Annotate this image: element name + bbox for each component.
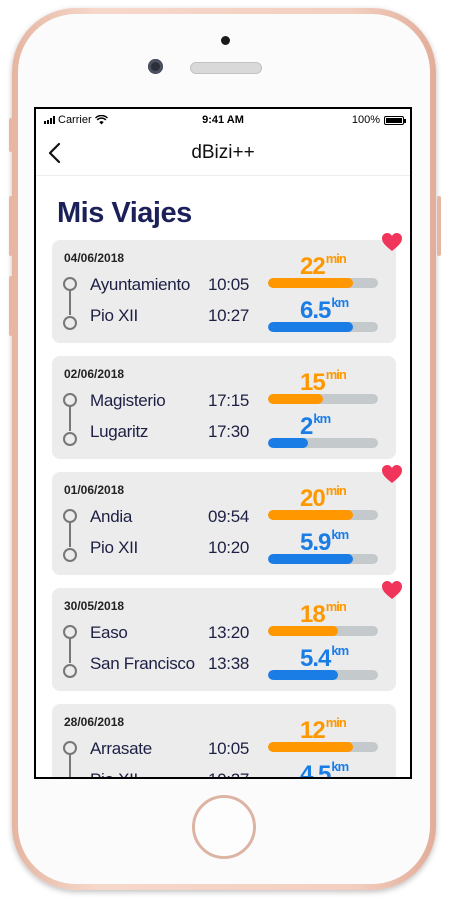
duration-unit: min bbox=[325, 599, 347, 614]
destination-station: Pio XII bbox=[90, 538, 138, 557]
duration-number: 18 bbox=[300, 601, 326, 628]
departure-time: 17:15 bbox=[208, 391, 250, 410]
battery-percent: 100% bbox=[351, 114, 380, 126]
distance-value: 5.4km bbox=[300, 643, 349, 673]
distance-number: 5.9 bbox=[300, 529, 331, 556]
origin-station: Magisterio bbox=[90, 391, 166, 410]
origin-dot-icon bbox=[63, 509, 77, 523]
trip-date: 30/05/2018 bbox=[64, 599, 125, 613]
duration-value: 12min bbox=[300, 715, 347, 745]
arrival-time: 10:20 bbox=[208, 538, 250, 557]
destination-station: Pio XII bbox=[90, 770, 138, 777]
nav-title: dBizi++ bbox=[191, 142, 255, 163]
favorite-heart-icon[interactable] bbox=[381, 580, 403, 600]
nav-bar: dBizi++ bbox=[36, 131, 410, 176]
destination-station: Lugaritz bbox=[90, 422, 149, 441]
trip-card[interactable]: 01/06/2018 Andia 09:54 Pio XII 10:20 20min 5.9… bbox=[52, 472, 396, 575]
duration-unit: min bbox=[325, 251, 347, 266]
duration-number: 12 bbox=[300, 717, 326, 744]
trip-date: 01/06/2018 bbox=[64, 483, 125, 497]
favorite-heart-icon[interactable] bbox=[381, 232, 403, 252]
arrival-time: 10:27 bbox=[208, 306, 250, 325]
mute-switch bbox=[9, 118, 13, 152]
origin-dot-icon bbox=[63, 277, 77, 291]
destination-station: San Francisco bbox=[90, 654, 195, 673]
departure-time: 13:20 bbox=[208, 623, 250, 642]
origin-dot-icon bbox=[63, 393, 77, 407]
destination-station: Pio XII bbox=[90, 306, 138, 325]
battery-icon bbox=[384, 115, 406, 125]
distance-number: 6.5 bbox=[300, 297, 331, 324]
destination-dot-icon bbox=[63, 316, 77, 330]
favorite-heart-icon[interactable] bbox=[381, 464, 403, 484]
trip-date: 02/06/2018 bbox=[64, 367, 125, 381]
distance-value: 6.5km bbox=[300, 295, 349, 325]
duration-number: 22 bbox=[300, 253, 326, 280]
distance-unit: km bbox=[313, 411, 331, 426]
origin-station: Easo bbox=[90, 623, 128, 642]
distance-unit: km bbox=[331, 527, 349, 542]
duration-value: 22min bbox=[300, 251, 347, 281]
duration-value: 15min bbox=[300, 367, 347, 397]
destination-dot-icon bbox=[63, 664, 77, 678]
destination-dot-icon bbox=[63, 432, 77, 446]
trip-date: 28/06/2018 bbox=[64, 715, 125, 729]
destination-dot-icon bbox=[63, 548, 77, 562]
origin-dot-icon bbox=[63, 625, 77, 639]
page-title: Mis Viajes bbox=[57, 197, 192, 229]
status-right: 100% bbox=[351, 114, 406, 126]
distance-value: 2km bbox=[300, 411, 331, 441]
duration-unit: min bbox=[325, 715, 347, 730]
status-bar: Carrier 9:41 AM 100% bbox=[36, 109, 410, 131]
distance-number: 4.5 bbox=[300, 761, 331, 779]
distance-number: 5.4 bbox=[300, 645, 331, 672]
departure-time: 09:54 bbox=[208, 507, 250, 526]
volume-up-button bbox=[9, 196, 13, 256]
departure-time: 10:05 bbox=[208, 275, 250, 294]
proximity-sensor bbox=[221, 36, 230, 45]
power-button bbox=[437, 196, 441, 256]
earpiece-speaker bbox=[190, 62, 262, 74]
app-screen: Carrier 9:41 AM 100% dBizi++ Mis Viajes … bbox=[34, 107, 412, 779]
distance-value: 5.9km bbox=[300, 527, 349, 557]
distance-value: 4.5km bbox=[300, 759, 349, 779]
trip-card[interactable]: 02/06/2018 Magisterio 17:15 Lugaritz 17:30 15… bbox=[52, 356, 396, 459]
duration-unit: min bbox=[325, 367, 347, 382]
trip-date: 04/06/2018 bbox=[64, 251, 125, 265]
arrival-time: 17:30 bbox=[208, 422, 250, 441]
origin-station: Ayuntamiento bbox=[90, 275, 191, 294]
arrival-time: 10:27 bbox=[208, 770, 249, 777]
trip-card[interactable]: 30/05/2018 Easo 13:20 San Francisco 13:38 18m… bbox=[52, 588, 396, 691]
duration-value: 20min bbox=[300, 483, 347, 513]
trip-card[interactable]: 04/06/2018 Ayuntamiento 10:05 Pio XII 10:27 2… bbox=[52, 240, 396, 343]
distance-unit: km bbox=[331, 643, 349, 658]
distance-unit: km bbox=[331, 295, 349, 310]
duration-number: 15 bbox=[300, 369, 326, 396]
volume-down-button bbox=[9, 276, 13, 336]
duration-number: 20 bbox=[300, 485, 326, 512]
duration-value: 18min bbox=[300, 599, 347, 629]
arrival-time: 13:38 bbox=[208, 654, 250, 673]
distance-unit: km bbox=[331, 759, 349, 774]
origin-dot-icon bbox=[63, 741, 77, 755]
home-button[interactable] bbox=[192, 795, 256, 859]
front-camera bbox=[148, 59, 163, 74]
departure-time: 10:05 bbox=[208, 739, 250, 758]
trip-card[interactable]: 28/06/2018 Arrasate 10:05 Pio XII 10:27 12min… bbox=[52, 704, 396, 779]
origin-station: Andia bbox=[90, 507, 132, 526]
distance-number: 2 bbox=[300, 413, 313, 440]
origin-station: Arrasate bbox=[90, 739, 152, 758]
duration-unit: min bbox=[325, 483, 347, 498]
